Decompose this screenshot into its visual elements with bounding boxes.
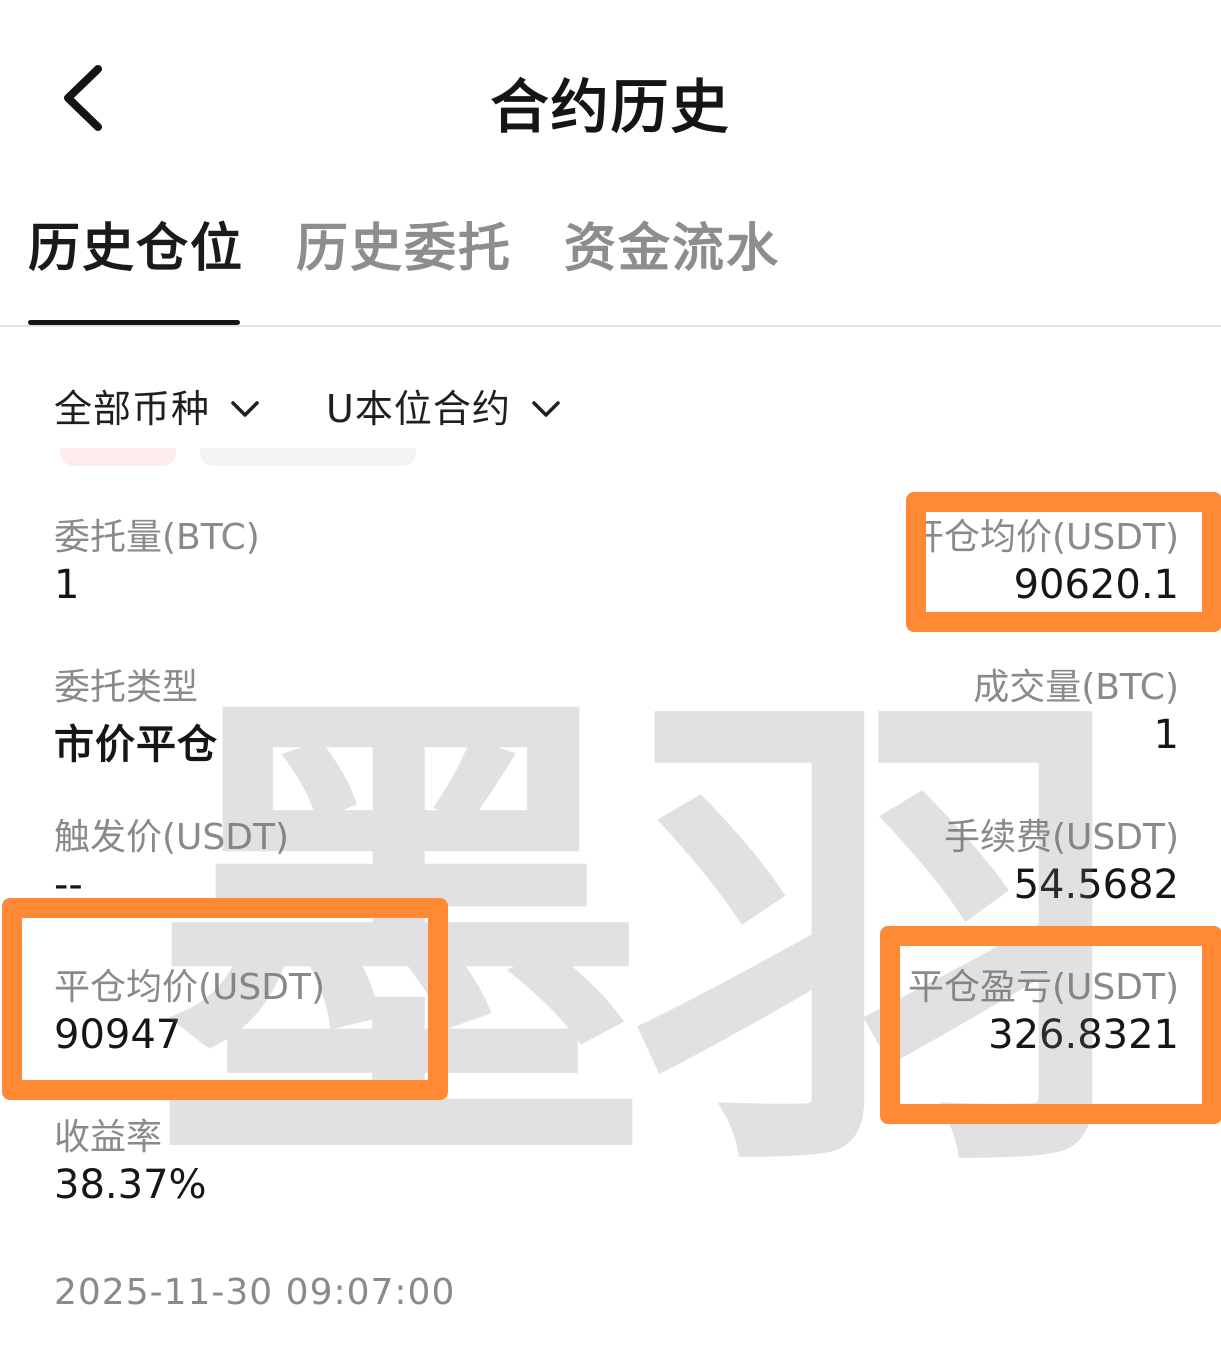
coin-filter-label: 全部币种 xyxy=(54,387,211,431)
coin-filter-dropdown[interactable]: 全部币种 xyxy=(54,378,260,433)
order-qty-value: 1 xyxy=(54,562,80,608)
fee-label: 手续费(USDT) xyxy=(943,817,1179,858)
trigger-price-label: 触发价(USDT) xyxy=(54,817,290,858)
tab-order-history[interactable]: 历史委托 xyxy=(296,206,512,281)
order-qty-label: 委托量(BTC) xyxy=(54,517,260,558)
close-avg-price-value: 90947 xyxy=(54,1012,182,1058)
contract-history-page: 合约历史 历史仓位 历史委托 资金流水 全部币种 U本位合约 委托量(BTC) … xyxy=(0,0,1221,1360)
open-avg-price-label: 开仓均价(USDT) xyxy=(907,517,1179,558)
faded-tag xyxy=(200,448,416,466)
order-type-label: 委托类型 xyxy=(54,667,199,708)
fee-value: 54.5682 xyxy=(1013,862,1179,908)
contract-filter-dropdown[interactable]: U本位合约 xyxy=(326,378,561,433)
faded-tag xyxy=(60,448,176,466)
tabs-divider xyxy=(0,325,1221,327)
yield-rate-label: 收益率 xyxy=(54,1117,163,1158)
filled-qty-value: 1 xyxy=(1153,712,1179,758)
chevron-down-icon xyxy=(230,384,260,428)
tab-bar: 历史仓位 历史委托 资金流水 xyxy=(0,206,1221,328)
yield-rate-value: 38.37% xyxy=(54,1162,207,1208)
tab-fund-flow[interactable]: 资金流水 xyxy=(564,206,780,281)
chevron-down-icon xyxy=(531,384,561,428)
close-pnl-label: 平仓盈亏(USDT) xyxy=(907,967,1179,1008)
record-timestamp: 2025-11-30 09:07:00 xyxy=(54,1272,456,1313)
close-avg-price-label: 平仓均价(USDT) xyxy=(54,967,326,1008)
page-title: 合约历史 xyxy=(490,73,731,141)
order-type-value: 市价平仓 xyxy=(54,722,218,768)
contract-filter-label: U本位合约 xyxy=(326,387,511,431)
trigger-price-value: -- xyxy=(54,862,83,908)
close-pnl-value: 326.8321 xyxy=(988,1012,1179,1058)
watermark: 墨羽 xyxy=(150,649,1130,1231)
tab-position-history[interactable]: 历史仓位 xyxy=(28,206,244,281)
open-avg-price-value: 90620.1 xyxy=(1013,562,1179,608)
filled-qty-label: 成交量(BTC) xyxy=(973,667,1179,708)
